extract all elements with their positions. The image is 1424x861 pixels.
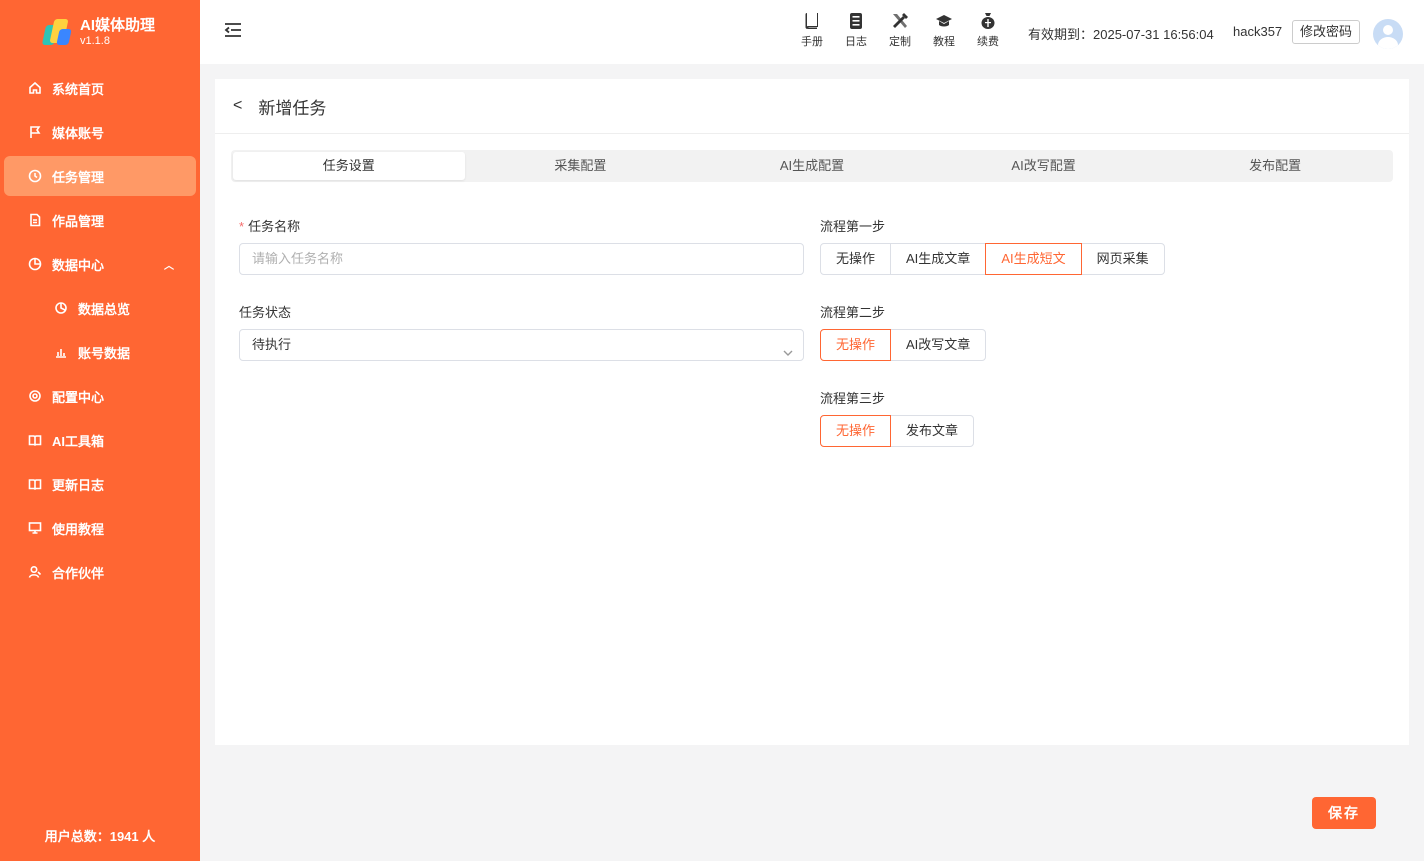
sidebar-item-label: 使用教程	[52, 521, 105, 537]
task-status-value: 待执行	[252, 337, 292, 352]
sidebar-item-label: AI工具箱	[52, 433, 105, 449]
tool-label: 教程	[933, 36, 955, 48]
avatar[interactable]	[1373, 19, 1403, 49]
user-icon	[28, 565, 42, 579]
graduation-cap-icon	[935, 12, 953, 30]
task-status-select[interactable]: 待执行	[239, 329, 804, 361]
book-icon	[28, 477, 42, 491]
step3-option-none[interactable]: 无操作	[820, 415, 892, 447]
custom-icon	[891, 12, 909, 30]
tab-task-settings[interactable]: 任务设置	[233, 152, 465, 180]
step1-option-web-collect[interactable]: 网页采集	[1080, 243, 1165, 275]
pie-icon	[54, 301, 68, 315]
log-icon	[847, 12, 865, 30]
sidebar-item-task-management[interactable]: 任务管理	[4, 156, 196, 196]
back-icon[interactable]: <	[233, 97, 242, 115]
step2-option-ai-rewrite[interactable]: AI改写文章	[890, 329, 987, 361]
tool-label: 定制	[889, 36, 911, 48]
manual-icon	[803, 12, 821, 30]
sidebar-item-account-data[interactable]: 账号数据	[4, 332, 196, 372]
username: hack357	[1233, 24, 1283, 39]
step1-radio-group: 无操作 AI生成文章 AI生成短文 网页采集	[820, 243, 1165, 275]
task-name-label: * 任务名称	[239, 219, 301, 234]
sidebar-item-media-accounts[interactable]: 媒体账号	[4, 112, 196, 152]
bar-chart-icon	[54, 345, 68, 359]
step3-option-publish[interactable]: 发布文章	[890, 415, 975, 447]
sidebar-item-label: 合作伙伴	[52, 565, 105, 581]
tool-tutorial[interactable]: 教程	[922, 12, 966, 49]
tab-collect-config[interactable]: 采集配置	[465, 152, 697, 180]
sidebar-item-label: 系统首页	[52, 81, 105, 97]
step3-label: 流程第三步	[820, 391, 886, 406]
sidebar-item-label: 更新日志	[52, 477, 105, 493]
page-title: 新增任务	[258, 98, 327, 118]
sidebar-item-label: 数据总览	[78, 301, 131, 317]
brand-name: AI媒体助理	[80, 16, 156, 34]
money-bag-icon	[979, 12, 997, 30]
gear-icon	[28, 389, 42, 403]
top-header: 手册 日志 定制 教程 续费 有效期到：2025-07-31 16:56:04 …	[200, 0, 1424, 64]
task-status-label: 任务状态	[239, 305, 292, 320]
chevron-down-icon	[783, 339, 793, 356]
sidebar-item-works[interactable]: 作品管理	[4, 200, 196, 240]
tool-log[interactable]: 日志	[834, 12, 878, 49]
logo-icon	[41, 17, 72, 47]
chart-pie-icon	[28, 257, 42, 271]
chevron-up-icon: ︿	[164, 260, 174, 272]
tab-publish-config[interactable]: 发布配置	[1159, 152, 1391, 180]
step2-radio-group: 无操作 AI改写文章	[820, 329, 987, 361]
sidebar-item-label: 账号数据	[78, 345, 131, 361]
document-icon	[28, 213, 42, 227]
sidebar-item-home[interactable]: 系统首页	[4, 68, 196, 108]
config-tabs: 任务设置 采集配置 AI生成配置 AI改写配置 发布配置	[231, 150, 1393, 182]
monitor-icon	[28, 521, 42, 535]
tool-custom[interactable]: 定制	[878, 12, 922, 49]
step1-option-ai-article[interactable]: AI生成文章	[890, 243, 987, 275]
tool-manual[interactable]: 手册	[790, 12, 834, 49]
new-task-card: < 新增任务 任务设置 采集配置 AI生成配置 AI改写配置 发布配置 * 任务名…	[215, 79, 1409, 745]
task-name-input[interactable]: 请输入任务名称	[239, 243, 804, 275]
book-icon	[28, 433, 42, 447]
change-password-button[interactable]: 修改密码	[1292, 20, 1361, 44]
menu-collapse-icon[interactable]	[224, 22, 242, 38]
tool-renew[interactable]: 续费	[966, 12, 1010, 49]
sidebar-item-changelog[interactable]: 更新日志	[4, 464, 196, 504]
card-header: < 新增任务	[215, 79, 1409, 134]
header-tools: 手册 日志 定制 教程 续费	[790, 12, 1010, 49]
step2-option-none[interactable]: 无操作	[820, 329, 892, 361]
sidebar-item-label: 作品管理	[52, 213, 105, 229]
user-count: 用户总数：1941 人	[44, 829, 156, 844]
sidebar-item-data-center[interactable]: 数据中心 ︿	[4, 244, 196, 284]
brand[interactable]: AI媒体助理 v1.1.8	[0, 0, 200, 64]
flag-icon	[28, 125, 42, 139]
expiry-date: 有效期到：2025-07-31 16:56:04	[1028, 27, 1214, 42]
sidebar-item-tutorial[interactable]: 使用教程	[4, 508, 196, 548]
tab-ai-rewrite-config[interactable]: AI改写配置	[928, 152, 1160, 180]
step2-label: 流程第二步	[820, 305, 886, 320]
required-mark: *	[239, 219, 245, 234]
sidebar-menu: 系统首页 媒体账号 任务管理 作品管理 数据中心 ︿ 数据总览 账号数据 配置中…	[0, 68, 200, 592]
home-icon	[28, 81, 42, 95]
sidebar: AI媒体助理 v1.1.8 系统首页 媒体账号 任务管理 作品管理 数据中心 ︿…	[0, 0, 200, 861]
brand-version: v1.1.8	[80, 34, 110, 47]
sidebar-item-partners[interactable]: 合作伙伴	[4, 552, 196, 592]
sidebar-item-label: 数据中心	[52, 257, 105, 273]
sidebar-item-ai-toolbox[interactable]: AI工具箱	[4, 420, 196, 460]
sidebar-item-label: 媒体账号	[52, 125, 105, 141]
sidebar-item-config-center[interactable]: 配置中心	[4, 376, 196, 416]
sidebar-item-label: 任务管理	[52, 169, 105, 185]
tool-label: 手册	[801, 36, 823, 48]
step1-label: 流程第一步	[820, 219, 886, 234]
step1-option-none[interactable]: 无操作	[820, 243, 892, 275]
tab-ai-generate-config[interactable]: AI生成配置	[696, 152, 928, 180]
tool-label: 日志	[845, 36, 867, 48]
step1-option-ai-short[interactable]: AI生成短文	[985, 243, 1082, 275]
clock-icon	[28, 169, 42, 183]
step3-radio-group: 无操作 发布文章	[820, 415, 975, 447]
sidebar-item-data-overview[interactable]: 数据总览	[4, 288, 196, 328]
tool-label: 续费	[977, 36, 999, 48]
sidebar-item-label: 配置中心	[52, 389, 105, 405]
save-button[interactable]: 保存	[1312, 797, 1376, 829]
